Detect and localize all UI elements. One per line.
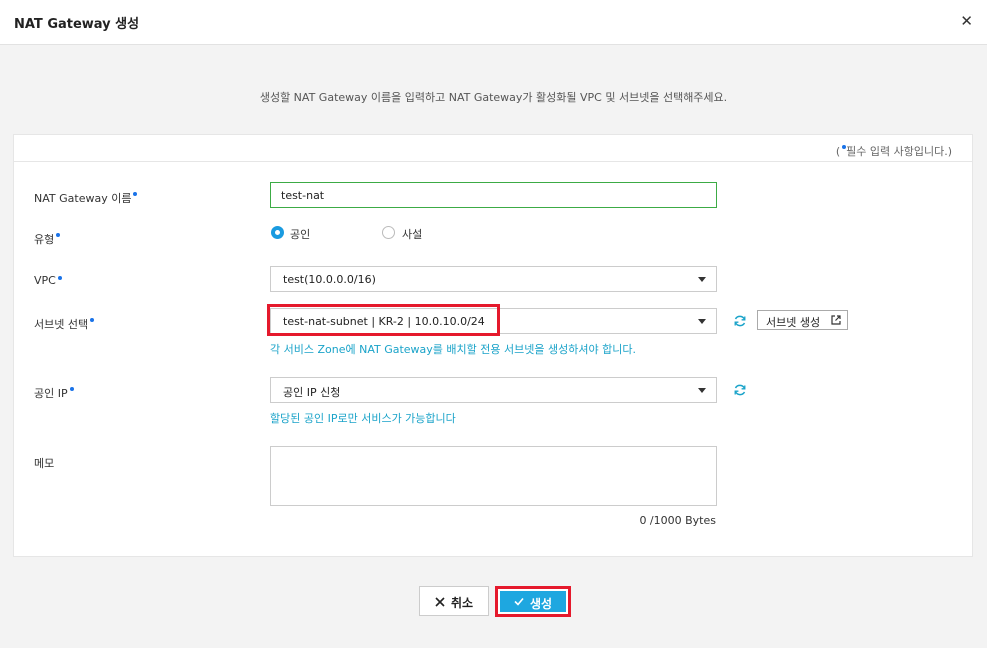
memo-label: 메모	[34, 457, 55, 470]
type-label: 유형	[34, 231, 61, 247]
subnet-highlight-box	[267, 304, 500, 336]
memo-textarea[interactable]	[270, 446, 717, 506]
cancel-button[interactable]: 취소	[419, 586, 489, 616]
name-input[interactable]: test-nat	[270, 182, 717, 208]
subnet-hint: 각 서비스 Zone에 NAT Gateway를 배치할 전용 서브넷을 생성하…	[270, 343, 636, 356]
check-icon	[514, 597, 524, 606]
dialog-description: 생성할 NAT Gateway 이름을 입력하고 NAT Gateway가 활성…	[259, 91, 728, 104]
vpc-label: VPC	[34, 274, 62, 287]
type-public-label[interactable]: 공인	[290, 226, 310, 242]
vpc-select[interactable]: test(10.0.0.0/16)	[270, 266, 717, 292]
public-ip-label: 공인 IP	[34, 385, 74, 401]
required-dot-icon	[69, 387, 74, 391]
create-button[interactable]: 생성	[500, 591, 566, 612]
type-private-label[interactable]: 사설	[402, 226, 422, 242]
memo-byte-counter: 0 /1000 Bytes	[639, 514, 716, 527]
required-dot-icon	[56, 233, 61, 237]
dialog-title: NAT Gateway 생성	[14, 17, 140, 32]
chevron-down-icon	[698, 319, 706, 324]
public-ip-hint: 할당된 공인 IP로만 서비스가 가능합니다	[270, 412, 456, 425]
subnet-label: 서브넷 선택	[34, 316, 95, 332]
chevron-down-icon	[698, 388, 706, 393]
dialog-header: NAT Gateway 생성 ✕	[0, 0, 987, 45]
required-dot-icon	[57, 276, 62, 280]
external-link-icon	[831, 315, 841, 325]
type-public-radio[interactable]	[271, 226, 284, 239]
close-icon	[435, 597, 445, 607]
public-ip-select[interactable]: 공인 IP 신청	[270, 377, 717, 403]
type-private-radio[interactable]	[382, 226, 395, 239]
create-subnet-button[interactable]: 서브넷 생성	[757, 310, 848, 330]
chevron-down-icon	[698, 277, 706, 282]
required-dot-icon	[133, 192, 138, 196]
required-note: (필수 입력 사항입니다.)	[14, 135, 972, 162]
create-button-highlight: 생성	[495, 586, 571, 617]
required-dot-icon	[90, 318, 95, 322]
close-icon[interactable]: ✕	[960, 12, 973, 30]
refresh-icon[interactable]	[733, 383, 747, 397]
refresh-icon[interactable]	[733, 314, 747, 328]
form-panel: (필수 입력 사항입니다.) NAT Gateway 이름 test-nat 유…	[13, 134, 973, 557]
name-label: NAT Gateway 이름	[34, 190, 138, 206]
